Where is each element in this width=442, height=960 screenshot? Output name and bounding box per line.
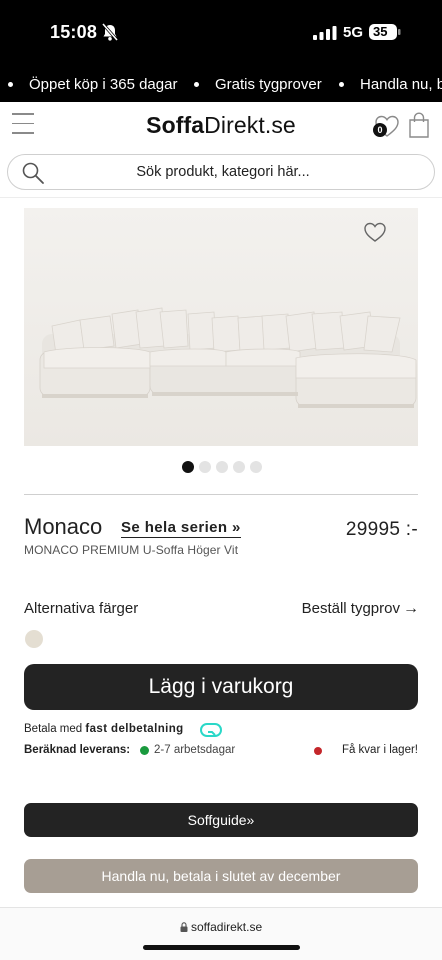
klarna-icon bbox=[200, 723, 222, 737]
stock-status: Få kvar i lager! bbox=[341, 744, 418, 756]
arrow-right-icon: → bbox=[403, 600, 419, 617]
pay-later-button[interactable]: Handla nu, betala i slutet av december bbox=[24, 859, 418, 893]
payment-info: Betala med fast delbetalning bbox=[24, 723, 184, 735]
lock-icon bbox=[180, 922, 188, 932]
favorite-heart-icon[interactable] bbox=[362, 220, 388, 244]
delivery-label: Beräknad leverans: bbox=[24, 744, 131, 756]
bell-muted-icon bbox=[101, 23, 119, 41]
see-series-link[interactable]: Se hela serien » bbox=[121, 519, 241, 538]
divider bbox=[0, 197, 442, 198]
color-swatch[interactable] bbox=[25, 630, 43, 648]
divider bbox=[24, 494, 418, 495]
carousel-dot[interactable] bbox=[199, 461, 211, 473]
search-input[interactable] bbox=[48, 155, 398, 189]
cart-bag-icon[interactable] bbox=[408, 112, 430, 138]
soffguide-button[interactable]: Soffguide» bbox=[24, 803, 418, 837]
home-indicator[interactable] bbox=[143, 945, 300, 950]
wishlist-count-badge: 0 bbox=[373, 123, 387, 137]
product-image[interactable] bbox=[24, 208, 418, 446]
sofa-illustration bbox=[24, 208, 418, 446]
carousel-dot[interactable] bbox=[216, 461, 228, 473]
product-price: 29995 :- bbox=[345, 519, 418, 540]
bullet-icon bbox=[8, 81, 13, 87]
battery-level: 35 bbox=[373, 24, 388, 39]
in-stock-dot-icon bbox=[140, 746, 149, 755]
network-type: 5G bbox=[343, 24, 364, 41]
cellular-signal-icon bbox=[313, 26, 337, 40]
add-to-cart-button[interactable]: Lägg i varukorg bbox=[24, 664, 418, 710]
bullet-icon bbox=[339, 81, 344, 87]
product-name: Monaco bbox=[24, 514, 103, 539]
announcement-bar: Öppet köp i 365 dagar Gratis tygprover H… bbox=[0, 64, 442, 102]
status-bar: 15:08 5G 35 bbox=[0, 0, 442, 64]
browser-url[interactable]: soffadirekt.se bbox=[191, 920, 262, 934]
order-fabric-sample-link[interactable]: Beställ tygprov → bbox=[302, 600, 419, 618]
status-time: 15:08 bbox=[50, 22, 98, 42]
carousel-dot[interactable] bbox=[233, 461, 245, 473]
search-icon[interactable] bbox=[21, 161, 45, 185]
carousel-dots bbox=[182, 461, 267, 473]
search-bar[interactable] bbox=[7, 154, 435, 190]
low-stock-dot-icon bbox=[314, 747, 322, 755]
alternative-colors-label: Alternativa färger bbox=[24, 600, 139, 617]
carousel-dot[interactable] bbox=[182, 461, 194, 473]
ticker-item: Gratis tygprover bbox=[194, 76, 322, 93]
ticker-item: Handla nu, b bbox=[339, 76, 442, 93]
delivery-days: 2-7 arbetsdagar bbox=[154, 744, 236, 756]
carousel-dot[interactable] bbox=[250, 461, 262, 473]
bullet-icon bbox=[194, 81, 199, 87]
product-subtitle: MONACO PREMIUM U-Soffa Höger Vit bbox=[24, 543, 239, 557]
ticker-item: Öppet köp i 365 dagar bbox=[8, 76, 177, 93]
